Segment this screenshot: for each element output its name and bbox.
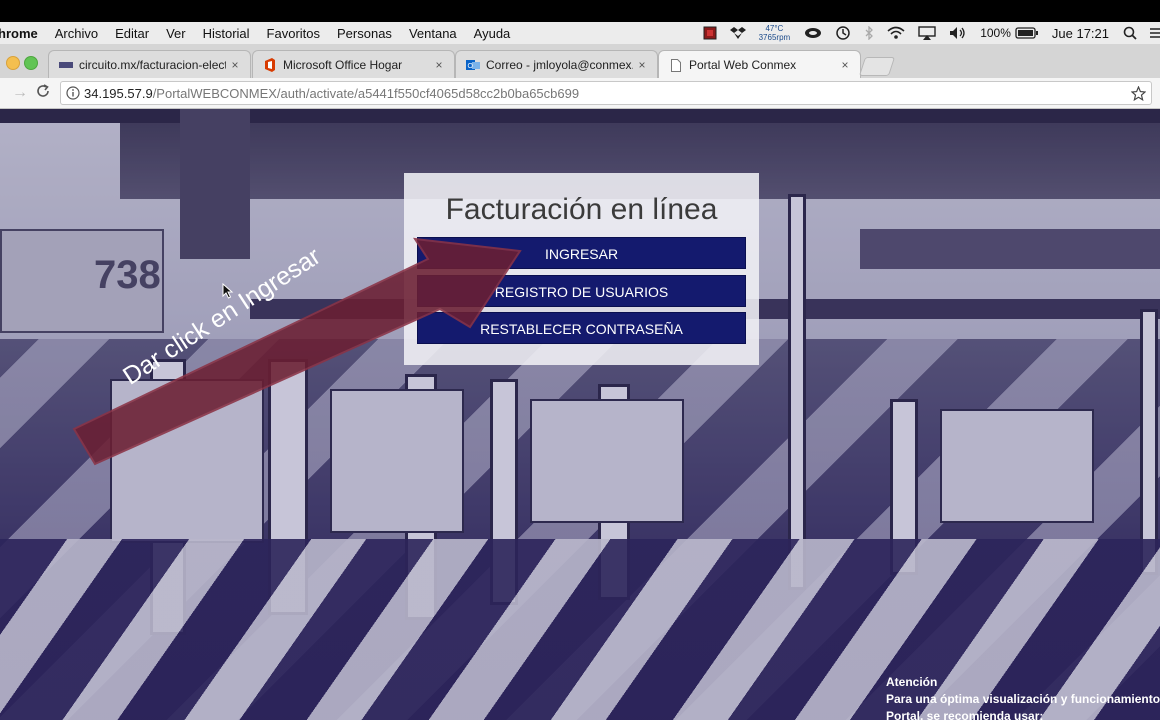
menu-ver[interactable]: Ver <box>166 26 186 41</box>
time-machine-icon[interactable] <box>835 25 851 41</box>
menubar-status-area: 47°C 3765rpm 100% Jue 17:21 <box>703 22 1160 44</box>
menu-historial[interactable]: Historial <box>203 26 250 41</box>
notification-center-icon[interactable] <box>1150 27 1160 39</box>
document-icon <box>669 58 683 72</box>
page-viewport: 738 Facturación en línea INGRESAR REGIST… <box>0 109 1160 720</box>
tab-title: Portal Web Conmex <box>689 58 797 72</box>
menu-personas[interactable]: Personas <box>337 26 392 41</box>
close-icon[interactable]: × <box>430 58 448 72</box>
attention-heading: Atención <box>886 675 938 689</box>
menu-favoritos[interactable]: Favoritos <box>267 26 320 41</box>
bookmark-star-icon[interactable] <box>1131 85 1146 101</box>
wifi-icon[interactable] <box>887 26 905 40</box>
new-tab-button[interactable] <box>858 57 896 76</box>
tab-portal-web-conmex[interactable]: Portal Web Conmex × <box>658 50 861 79</box>
forward-arrow-icon[interactable]: → <box>12 84 28 102</box>
ingresar-button[interactable]: INGRESAR <box>417 237 746 269</box>
temperature-value: 47°C <box>765 24 784 33</box>
url-path: /PortalWEBCONMEX/auth/activate/a5441f550… <box>152 85 580 101</box>
minimize-window-button[interactable] <box>6 56 20 70</box>
restablecer-contrasena-button[interactable]: RESTABLECER CONTRASEÑA <box>417 312 746 344</box>
menu-ventana[interactable]: Ventana <box>409 26 457 41</box>
mouse-cursor-icon <box>222 283 234 299</box>
close-icon[interactable]: × <box>836 58 854 72</box>
bluetooth-icon[interactable] <box>864 26 874 40</box>
close-icon[interactable]: × <box>633 58 651 72</box>
tab-title: Microsoft Office Hogar <box>283 57 403 72</box>
maximize-window-button[interactable] <box>24 56 38 70</box>
temperature-monitor[interactable]: 47°C 3765rpm <box>759 24 791 42</box>
registro-usuarios-button[interactable]: REGISTRO DE USUARIOS <box>417 275 746 307</box>
menubar-clock[interactable]: Jue 17:21 <box>1052 26 1109 41</box>
browser-tabstrip: circuito.mx/facturacion-electr × Microso… <box>0 44 1160 79</box>
attention-notice: Atención Para una óptima visualización y… <box>886 674 1160 720</box>
page-icon <box>59 58 73 72</box>
office-icon <box>263 57 277 72</box>
menu-archivo[interactable]: Archivo <box>55 26 98 41</box>
tab-office[interactable]: Microsoft Office Hogar × <box>252 50 455 78</box>
reload-icon[interactable] <box>36 84 50 103</box>
spotlight-search-icon[interactable] <box>1123 26 1137 40</box>
menu-ayuda[interactable]: Ayuda <box>474 26 511 41</box>
cloud-icon[interactable] <box>804 27 822 39</box>
attention-line: Para una óptima visualización y funciona… <box>886 692 1160 706</box>
black-letterbox <box>0 0 1160 22</box>
login-card: Facturación en línea INGRESAR REGISTRO D… <box>404 173 759 365</box>
tab-title: circuito.mx/facturacion-electr <box>79 57 226 72</box>
battery-icon[interactable] <box>1015 27 1039 39</box>
attention-line: Portal, se recomienda usar: <box>886 709 1044 720</box>
airplay-icon[interactable] <box>918 26 936 40</box>
close-icon[interactable]: × <box>226 58 244 72</box>
tab-title: Correo - jmloyola@conmex.co <box>486 57 633 72</box>
address-bar[interactable]: 34.195.57.9/PortalWEBCONMEX/auth/activat… <box>60 81 1152 105</box>
macos-menubar: hrome Archivo Editar Ver Historial Favor… <box>0 22 1160 44</box>
tab-correo[interactable]: O Correo - jmloyola@conmex.co × <box>455 50 658 78</box>
fan-rpm-value: 3765rpm <box>758 33 791 42</box>
url-host: 34.195.57.9 <box>84 85 153 101</box>
dropbox-icon[interactable] <box>729 26 746 40</box>
page-title: Facturación en línea <box>445 193 718 226</box>
menu-app-name[interactable]: hrome <box>0 26 38 41</box>
svg-text:O: O <box>468 63 474 70</box>
record-icon[interactable] <box>703 26 717 40</box>
info-icon[interactable] <box>66 86 80 100</box>
volume-icon[interactable] <box>949 26 967 40</box>
tab-circuito[interactable]: circuito.mx/facturacion-electr × <box>48 50 251 78</box>
menu-editar[interactable]: Editar <box>115 26 149 41</box>
browser-toolbar: → 34.195.57.9/PortalWEBCONMEX/auth/activ… <box>0 78 1160 109</box>
battery-percentage: 100% <box>980 26 1011 40</box>
outlook-icon: O <box>466 58 480 72</box>
